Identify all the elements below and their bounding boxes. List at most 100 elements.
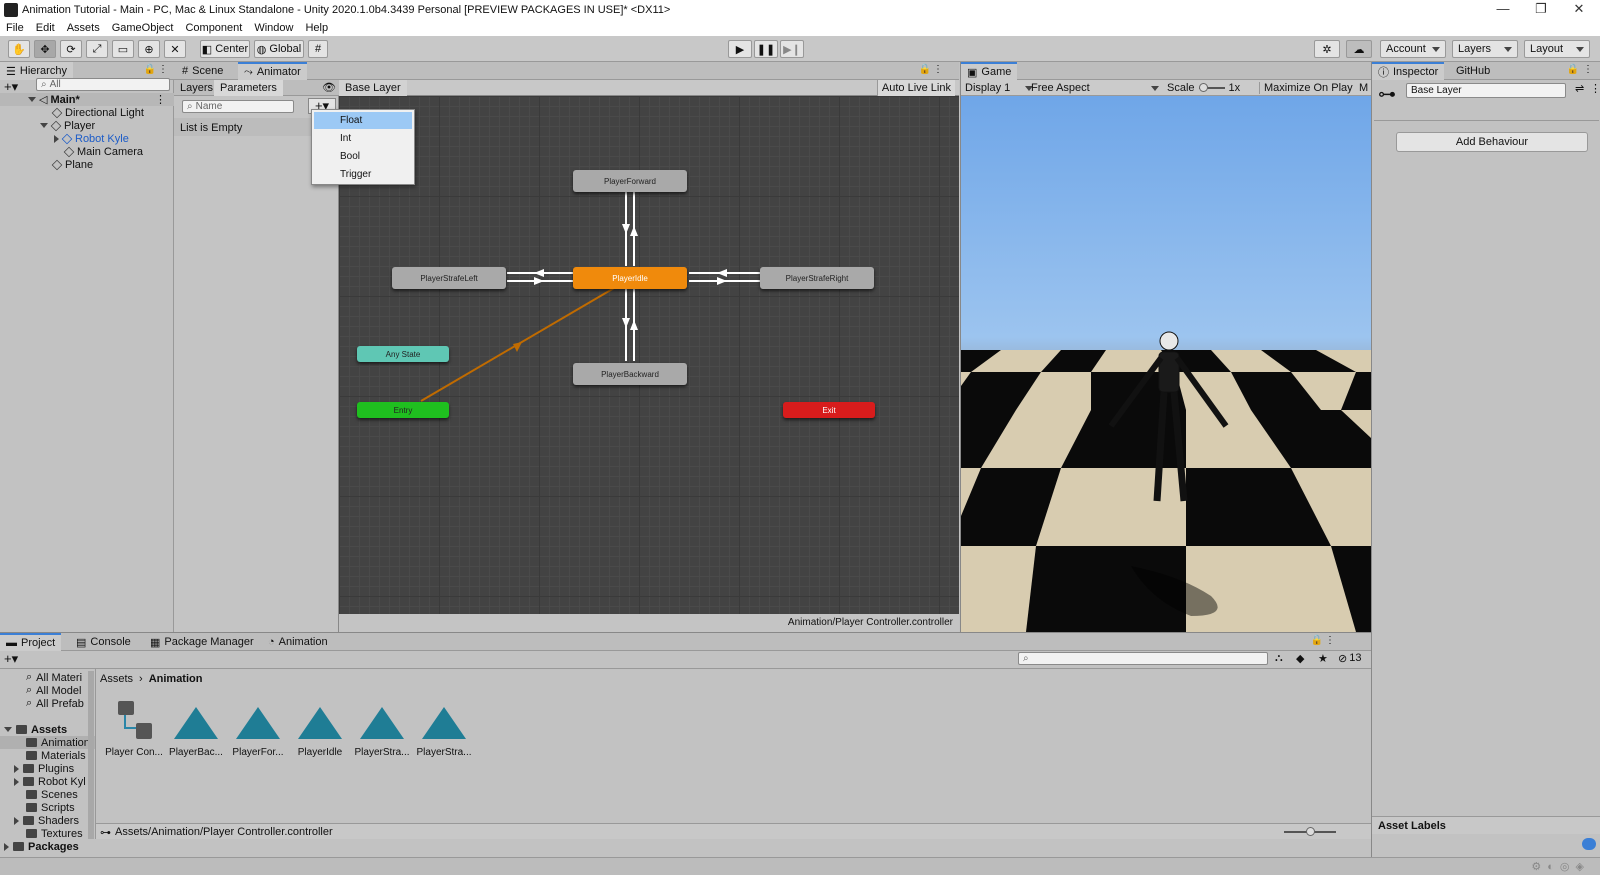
play-button-icon[interactable]: ▶ <box>728 40 752 58</box>
dropdown-item-bool[interactable]: Bool <box>314 148 412 165</box>
tab-scene[interactable]: # Scene <box>176 62 229 80</box>
favorite-all-materials[interactable]: ⌕ All Materi <box>26 671 82 684</box>
asset-player-idle[interactable]: PlayerIdle <box>290 701 350 758</box>
state-player-backward[interactable]: PlayerBackward <box>573 363 687 385</box>
rotate-tool-icon[interactable]: ⟳ <box>60 40 82 58</box>
transform-tool-icon[interactable]: ⊕ <box>138 40 160 58</box>
parameter-name-search[interactable]: ⌕ Name <box>182 100 294 113</box>
breadcrumb-assets[interactable]: Assets <box>100 673 133 685</box>
asset-player-strafe-right[interactable]: PlayerStra... <box>414 701 474 758</box>
tab-animation[interactable]: ◔ Animation <box>262 633 334 651</box>
lock-icon[interactable]: 🔒 <box>1567 64 1579 75</box>
layers-dropdown[interactable]: Layers <box>1452 40 1518 58</box>
hand-tool-icon[interactable]: ✋ <box>8 40 30 58</box>
scale-tool-icon[interactable]: ⤢ <box>86 40 108 58</box>
menu-help[interactable]: Help <box>305 22 328 34</box>
custom-tool-icon[interactable]: ✕ <box>164 40 186 58</box>
tree-folder-textures[interactable]: Textures <box>26 827 83 839</box>
slider-thumb[interactable] <box>1306 827 1315 836</box>
tab-github[interactable]: GitHub <box>1450 62 1496 80</box>
move-tool-icon[interactable]: ✥ <box>34 40 56 58</box>
kebab-menu-icon[interactable]: ⋮ <box>158 64 168 75</box>
cloud-icon[interactable]: ☁ <box>1346 40 1372 58</box>
restore-button[interactable]: ❐ <box>1522 0 1560 18</box>
layout-dropdown[interactable]: Layout <box>1524 40 1590 58</box>
auto-live-link-toggle[interactable]: Auto Live Link <box>876 80 955 96</box>
kebab-menu-icon[interactable]: ⋮ <box>1590 82 1600 95</box>
kebab-menu-icon[interactable]: ⋮ <box>933 64 943 75</box>
favorite-all-prefabs[interactable]: ⌕ All Prefab <box>26 697 84 710</box>
menu-assets[interactable]: Assets <box>67 22 100 34</box>
create-icon[interactable]: +▾ <box>4 651 18 667</box>
state-player-strafe-right[interactable]: PlayerStrafeRight <box>760 267 874 289</box>
rect-tool-icon[interactable]: ▭ <box>112 40 134 58</box>
tab-parameters[interactable]: Parameters <box>214 80 283 96</box>
kebab-menu-icon[interactable]: ⋮ <box>1583 64 1593 75</box>
tab-game[interactable]: ▣ Game <box>961 62 1018 80</box>
tab-animator[interactable]: ⤳ Animator <box>238 62 307 80</box>
menu-edit[interactable]: Edit <box>36 22 55 34</box>
asset-player-forward[interactable]: PlayerFor... <box>228 701 288 758</box>
layer-name-input[interactable]: Base Layer <box>1406 83 1566 98</box>
favorite-all-models[interactable]: ⌕ All Model <box>26 684 81 697</box>
tab-layers[interactable]: Layers <box>174 80 219 96</box>
tree-folder-plugins[interactable]: Plugins <box>14 762 74 775</box>
state-machine-graph[interactable]: PlayerForward PlayerStrafeLeft PlayerIdl… <box>339 96 959 614</box>
pause-button-icon[interactable]: ❚❚ <box>754 40 778 58</box>
state-player-forward[interactable]: PlayerForward <box>573 170 687 192</box>
scale-slider[interactable]: Scale 1x <box>1167 82 1240 94</box>
scene-row[interactable]: ◁ Main* ⋮ <box>0 93 174 106</box>
tree-folder-shaders[interactable]: Shaders <box>14 814 79 827</box>
slider-thumb[interactable] <box>1198 83 1208 92</box>
state-player-strafe-left[interactable]: PlayerStrafeLeft <box>392 267 506 289</box>
add-behaviour-button[interactable]: Add Behaviour <box>1396 132 1588 152</box>
lock-icon[interactable]: 🔒 <box>919 64 931 75</box>
pivot-center-button[interactable]: ◧ Center <box>200 40 250 58</box>
tree-scrollbar[interactable] <box>88 671 94 839</box>
label-tag-icon[interactable] <box>1582 838 1596 850</box>
menu-window[interactable]: Window <box>254 22 293 34</box>
breadcrumb-animation[interactable]: Animation <box>149 673 203 685</box>
asset-player-strafe-left[interactable]: PlayerStra... <box>352 701 412 758</box>
scene-menu-icon[interactable]: ⋮ <box>155 93 166 106</box>
tree-packages-root[interactable]: Packages <box>4 840 79 853</box>
state-exit[interactable]: Exit <box>783 402 875 418</box>
icon-size-slider[interactable] <box>1284 827 1336 836</box>
hierarchy-item-robot-kyle[interactable]: Robot Kyle <box>54 132 129 145</box>
state-any-state[interactable]: Any State <box>357 346 449 362</box>
global-button[interactable]: ◍ Global <box>254 40 304 58</box>
filter-type-icon[interactable]: ⛬ <box>1275 652 1283 665</box>
menu-file[interactable]: File <box>6 22 24 34</box>
menu-component[interactable]: Component <box>185 22 242 34</box>
more-toggle[interactable]: M <box>1359 82 1368 94</box>
hierarchy-item-main-camera[interactable]: Main Camera <box>63 145 143 158</box>
collab-icon[interactable]: ✲ <box>1314 40 1340 58</box>
state-player-idle[interactable]: PlayerIdle <box>573 267 687 289</box>
favorites-star-icon[interactable]: ★ <box>1318 652 1328 665</box>
step-button-icon[interactable]: ▶❙ <box>780 40 804 58</box>
close-button[interactable]: ✕ <box>1560 0 1598 18</box>
tab-console[interactable]: ▤ Console <box>70 633 137 651</box>
tree-assets-root[interactable]: Assets <box>4 723 67 736</box>
dropdown-item-float[interactable]: Float <box>314 112 412 129</box>
tab-inspector[interactable]: ⓘ Inspector <box>1372 62 1445 80</box>
account-dropdown[interactable]: Account <box>1380 40 1446 58</box>
tab-package-manager[interactable]: ▦ Package Manager <box>144 633 260 651</box>
tree-folder-scenes[interactable]: Scenes <box>26 788 78 801</box>
hidden-packages-toggle[interactable]: ⊘ 13 <box>1338 652 1361 665</box>
tree-folder-animation[interactable]: Animation <box>0 736 95 749</box>
tree-folder-scripts[interactable]: Scripts <box>26 801 75 814</box>
asset-player-backward[interactable]: PlayerBac... <box>166 701 226 758</box>
dropdown-item-int[interactable]: Int <box>314 130 412 147</box>
hierarchy-item-directional-light[interactable]: Directional Light <box>51 106 144 119</box>
state-entry[interactable]: Entry <box>357 402 449 418</box>
hierarchy-item-plane[interactable]: Plane <box>51 158 93 171</box>
minimize-button[interactable]: — <box>1484 0 1522 18</box>
filter-label-icon[interactable]: ◆ <box>1296 652 1304 665</box>
tree-folder-robot-kyle[interactable]: Robot Kyl <box>14 775 86 788</box>
tab-project[interactable]: ▬ Project <box>0 633 62 651</box>
kebab-menu-icon[interactable]: ⋮ <box>1325 635 1335 646</box>
hierarchy-item-player[interactable]: Player <box>40 119 95 132</box>
breadcrumb-base-layer[interactable]: Base Layer <box>339 80 407 96</box>
display-dropdown[interactable]: Display 1 <box>965 82 1034 94</box>
